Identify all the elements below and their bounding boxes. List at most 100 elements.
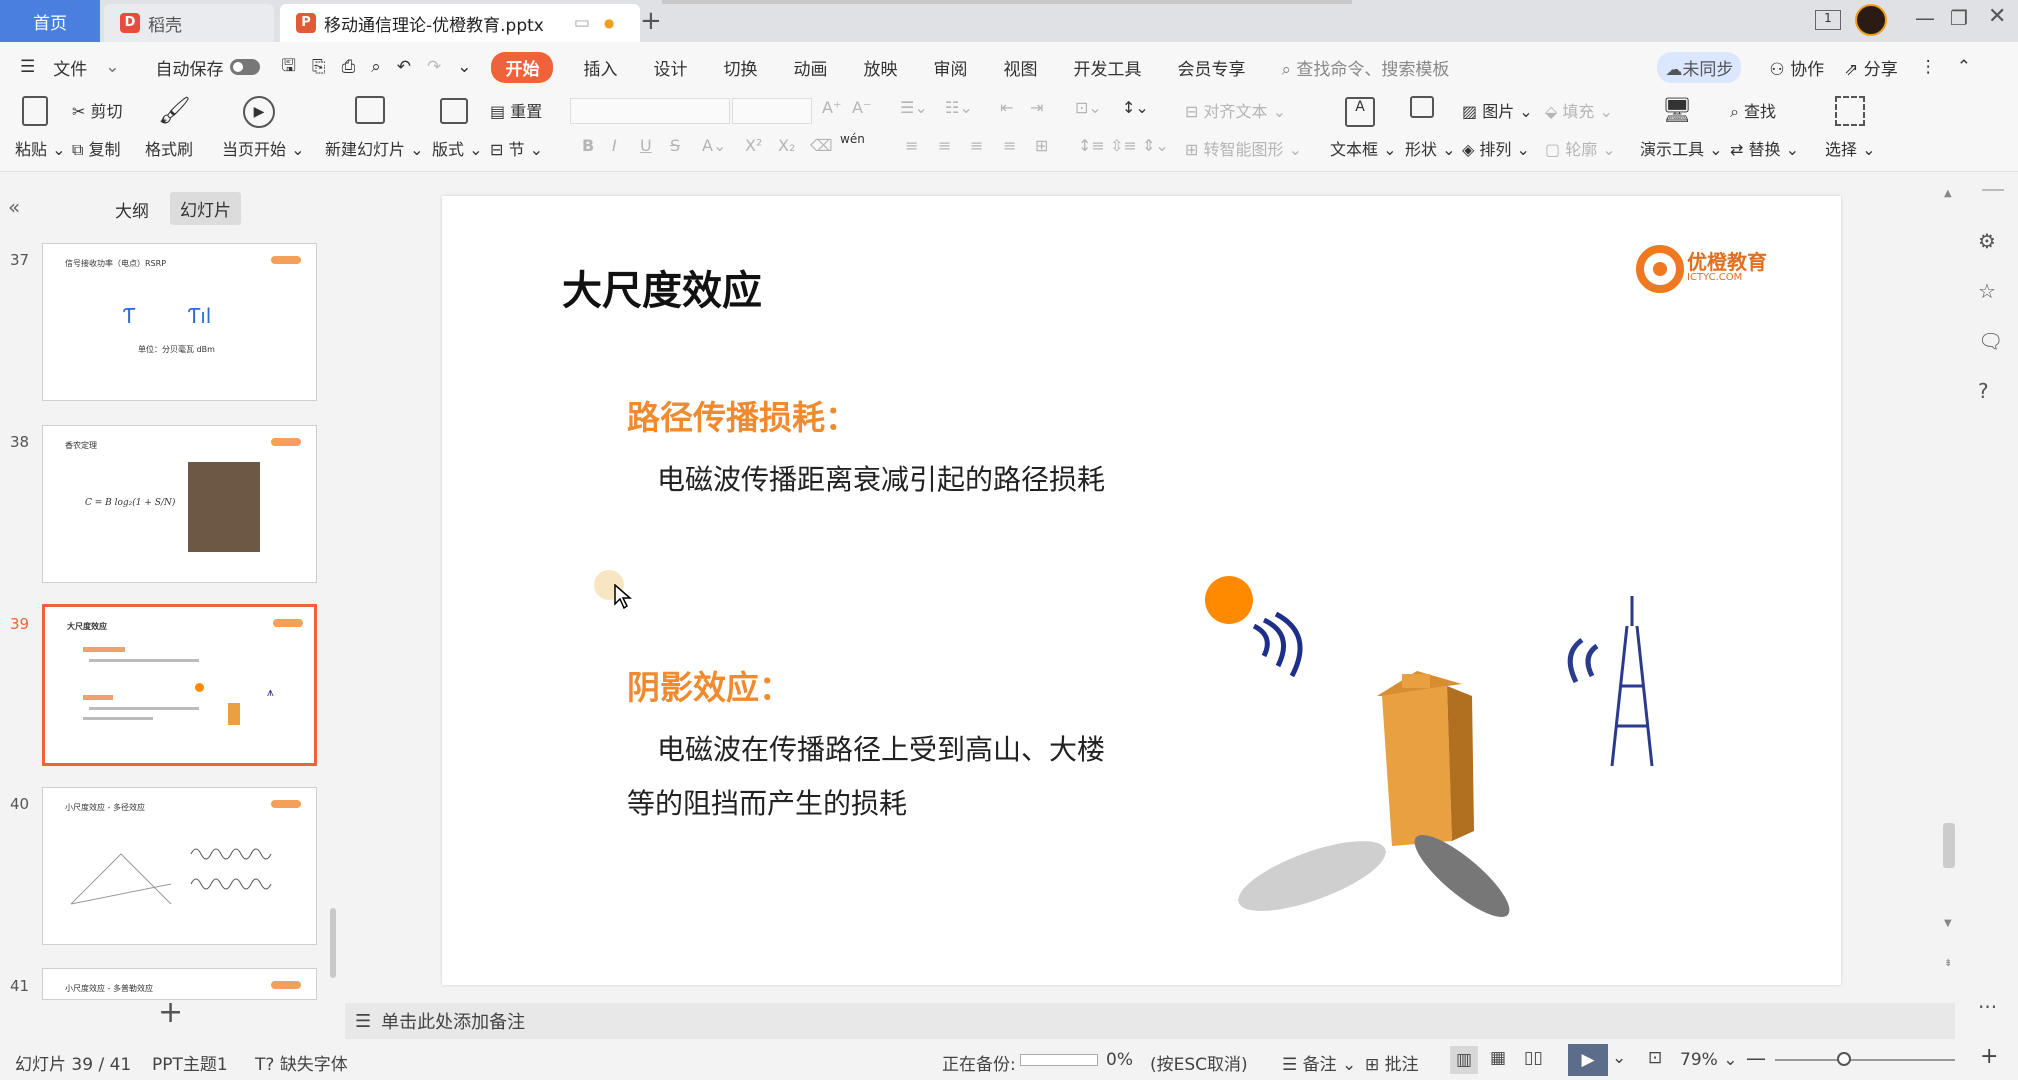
collapse-ribbon-icon[interactable]: ⌃ — [1957, 57, 1971, 77]
tab-slideshow[interactable]: 放映 — [863, 55, 897, 80]
tab-design[interactable]: 设计 — [653, 55, 687, 80]
tab-member[interactable]: 会员专享 — [1177, 55, 1245, 80]
superscript-icon[interactable]: X² — [745, 136, 762, 155]
sorter-view-icon[interactable]: ▦ — [1490, 1048, 1506, 1068]
normal-view-icon[interactable]: ▥ — [1450, 1046, 1478, 1074]
add-slide-button[interactable]: + — [158, 995, 183, 1030]
arrange-button[interactable]: ◈ 排列 ⌄ — [1462, 136, 1530, 160]
settings-icon[interactable]: ⚙ — [1978, 229, 1996, 253]
tab-review[interactable]: 审阅 — [933, 55, 967, 80]
export-icon[interactable]: ⎘ — [312, 57, 326, 77]
zoom-in-icon[interactable]: + — [1980, 1044, 1998, 1069]
missing-font-button[interactable]: T? 缺失字体 — [255, 1050, 348, 1075]
redo-icon[interactable]: ↷ — [427, 57, 441, 77]
tab-document[interactable]: P 移动通信理论-优橙教育.pptx ▭ ● — [280, 4, 640, 42]
comments-toggle[interactable]: ⊞ 批注 — [1365, 1050, 1419, 1075]
file-menu[interactable]: 文件 — [53, 55, 87, 80]
next-page-icon[interactable]: ⇟ — [1944, 958, 1952, 969]
bold-icon[interactable]: B — [582, 136, 594, 155]
save-icon[interactable]: 🖫 — [282, 53, 296, 82]
line-spacing-icon[interactable]: ↕≡ — [1078, 136, 1105, 155]
scroll-down-icon[interactable]: ▼ — [1944, 918, 1952, 929]
zoom-out-icon[interactable]: — — [1746, 1046, 1766, 1070]
strikethrough-icon[interactable]: S — [670, 136, 680, 155]
reset-button[interactable]: ▤ 重置 — [490, 98, 542, 122]
from-current-button[interactable]: 当页开始 ⌄ — [222, 136, 305, 160]
replace-button[interactable]: ⇄ 替换 ⌄ — [1730, 136, 1799, 160]
align-text-button[interactable]: ⊟ 对齐文本 ⌄ — [1185, 98, 1286, 122]
columns-icon[interactable]: ⇕⌄ — [1142, 136, 1169, 155]
hamburger-icon[interactable]: ☰ — [20, 57, 35, 77]
select-button[interactable]: 选择 ⌄ — [1825, 136, 1876, 160]
tab-insert[interactable]: 插入 — [583, 55, 617, 80]
sync-button[interactable]: ☁未同步 — [1657, 51, 1742, 83]
collapse-panel-icon[interactable]: « — [8, 195, 20, 219]
play-slideshow-icon[interactable]: ▶ — [1568, 1044, 1608, 1076]
paste-button[interactable]: 粘贴 ⌄ — [15, 136, 66, 160]
undo-icon[interactable]: ↶ — [397, 57, 411, 77]
collab-button[interactable]: ⚇ 协作 — [1769, 55, 1824, 80]
picture-button[interactable]: ▨ 图片 ⌄ — [1462, 98, 1533, 122]
align-right-icon[interactable]: ≡ — [970, 136, 983, 155]
notes-area[interactable]: ☰ 单击此处添加备注 — [345, 1003, 1955, 1039]
tab-animation[interactable]: 动画 — [793, 55, 827, 80]
underline-icon[interactable]: U — [640, 136, 652, 155]
autosave-toggle[interactable] — [229, 59, 260, 75]
font-color-icon[interactable]: A⌄ — [702, 136, 726, 155]
window-drag-area[interactable] — [662, 0, 1352, 4]
tab-slides[interactable]: 幻灯片 — [170, 192, 241, 225]
more-icon[interactable]: ⋮ — [1920, 57, 1937, 77]
fill-button[interactable]: ⬙ 填充 ⌄ — [1545, 98, 1613, 122]
fit-window-icon[interactable]: ⊡ — [1648, 1048, 1662, 1068]
help-icon[interactable]: ? — [1978, 379, 1989, 403]
slideshow-chevron-icon[interactable]: ⌄ — [1612, 1048, 1626, 1068]
outline-button[interactable]: ▢ 轮廓 ⌄ — [1545, 136, 1616, 160]
clipboard-icon[interactable] — [22, 96, 52, 130]
slide-thumbnail-39[interactable]: 大尺度效应 ⩚ — [42, 604, 317, 766]
distribute-icon[interactable]: ⊞ — [1035, 136, 1048, 155]
tab-home-ribbon[interactable]: 开始 — [491, 51, 554, 83]
notes-toggle[interactable]: ☰ 备注 ⌄ — [1282, 1050, 1356, 1075]
tab-developer[interactable]: 开发工具 — [1073, 55, 1141, 80]
slide-thumbnail-40[interactable]: 小尺度效应 - 多径效应 — [42, 787, 317, 945]
slide-thumbnail-37[interactable]: 信号接收功率（电点）RSRP Ƭ Ƭıl 单位：分贝毫瓦 dBm — [42, 243, 317, 401]
comment-icon[interactable]: 🗨 — [1978, 329, 2003, 353]
panel-scrollbar[interactable] — [330, 908, 336, 978]
new-tab-button[interactable]: + — [640, 6, 662, 36]
tab-daoke[interactable]: D 稻壳 — [104, 4, 274, 42]
workspace-icon[interactable]: 1 — [1815, 10, 1841, 30]
close-icon[interactable]: ✕ — [1988, 4, 2006, 29]
scroll-thumb[interactable] — [1943, 823, 1955, 868]
screen-icon[interactable]: ▭ — [574, 13, 590, 33]
slide-canvas[interactable]: 大尺度效应 优橙教育 ICTYC.COM 路径传播损耗： 电磁波传播距离衰减引起… — [442, 196, 1841, 985]
minimize-icon[interactable]: — — [1915, 6, 1935, 30]
share-button[interactable]: ⇗ 分享 — [1844, 55, 1898, 80]
heading-shadow-effect[interactable]: 阴影效应： — [627, 661, 792, 709]
tab-outline[interactable]: 大纲 — [115, 197, 149, 222]
cut-button[interactable]: ✂ 剪切 — [72, 98, 123, 122]
text-shadow-effect-line2[interactable]: 等的阻挡而产生的损耗 — [627, 782, 907, 822]
font-size-select[interactable] — [732, 98, 812, 124]
layout-button[interactable]: 版式 ⌄ — [432, 136, 483, 160]
textbox-button[interactable]: 文本框 ⌄ — [1330, 136, 1397, 160]
tab-view[interactable]: 视图 — [1003, 55, 1037, 80]
copy-button[interactable]: ⧉ 复制 — [72, 136, 121, 160]
restore-icon[interactable]: ❐ — [1950, 6, 1968, 30]
zoom-level[interactable]: 79% ⌄ — [1680, 1050, 1737, 1070]
slide-scrollbar[interactable]: ▲ ▼ ⇟ — [1940, 188, 1958, 988]
section-button[interactable]: ⊟ 节 ⌄ — [490, 136, 543, 160]
text-shadow-effect-line1[interactable]: 电磁波在传播路径上受到高山、大楼 — [657, 728, 1105, 768]
font-grow-button[interactable]: A⁺ — [822, 98, 841, 117]
indent-decrease-icon[interactable]: ⇤ — [1000, 98, 1013, 117]
slide-title[interactable]: 大尺度效应 — [562, 258, 762, 316]
print-preview-icon[interactable]: ⌕ — [371, 57, 381, 77]
shape-button[interactable]: 形状 ⌄ — [1405, 136, 1456, 160]
zoom-slider[interactable] — [1775, 1059, 1955, 1061]
paragraph-spacing-icon[interactable]: ⇳≡ — [1110, 136, 1137, 155]
eraser-icon[interactable]: ⌫ — [810, 136, 833, 155]
text-box-size-icon[interactable]: ⊡⌄ — [1075, 98, 1102, 117]
text-path-loss[interactable]: 电磁波传播距离衰减引起的路径损耗 — [657, 458, 1105, 498]
slide-thumbnail-38[interactable]: 香农定理 C = B log₂(1 + S/N) — [42, 425, 317, 583]
smart-graphic-button[interactable]: ⊞ 转智能图形 ⌄ — [1185, 136, 1302, 160]
font-family-select[interactable] — [570, 98, 730, 124]
